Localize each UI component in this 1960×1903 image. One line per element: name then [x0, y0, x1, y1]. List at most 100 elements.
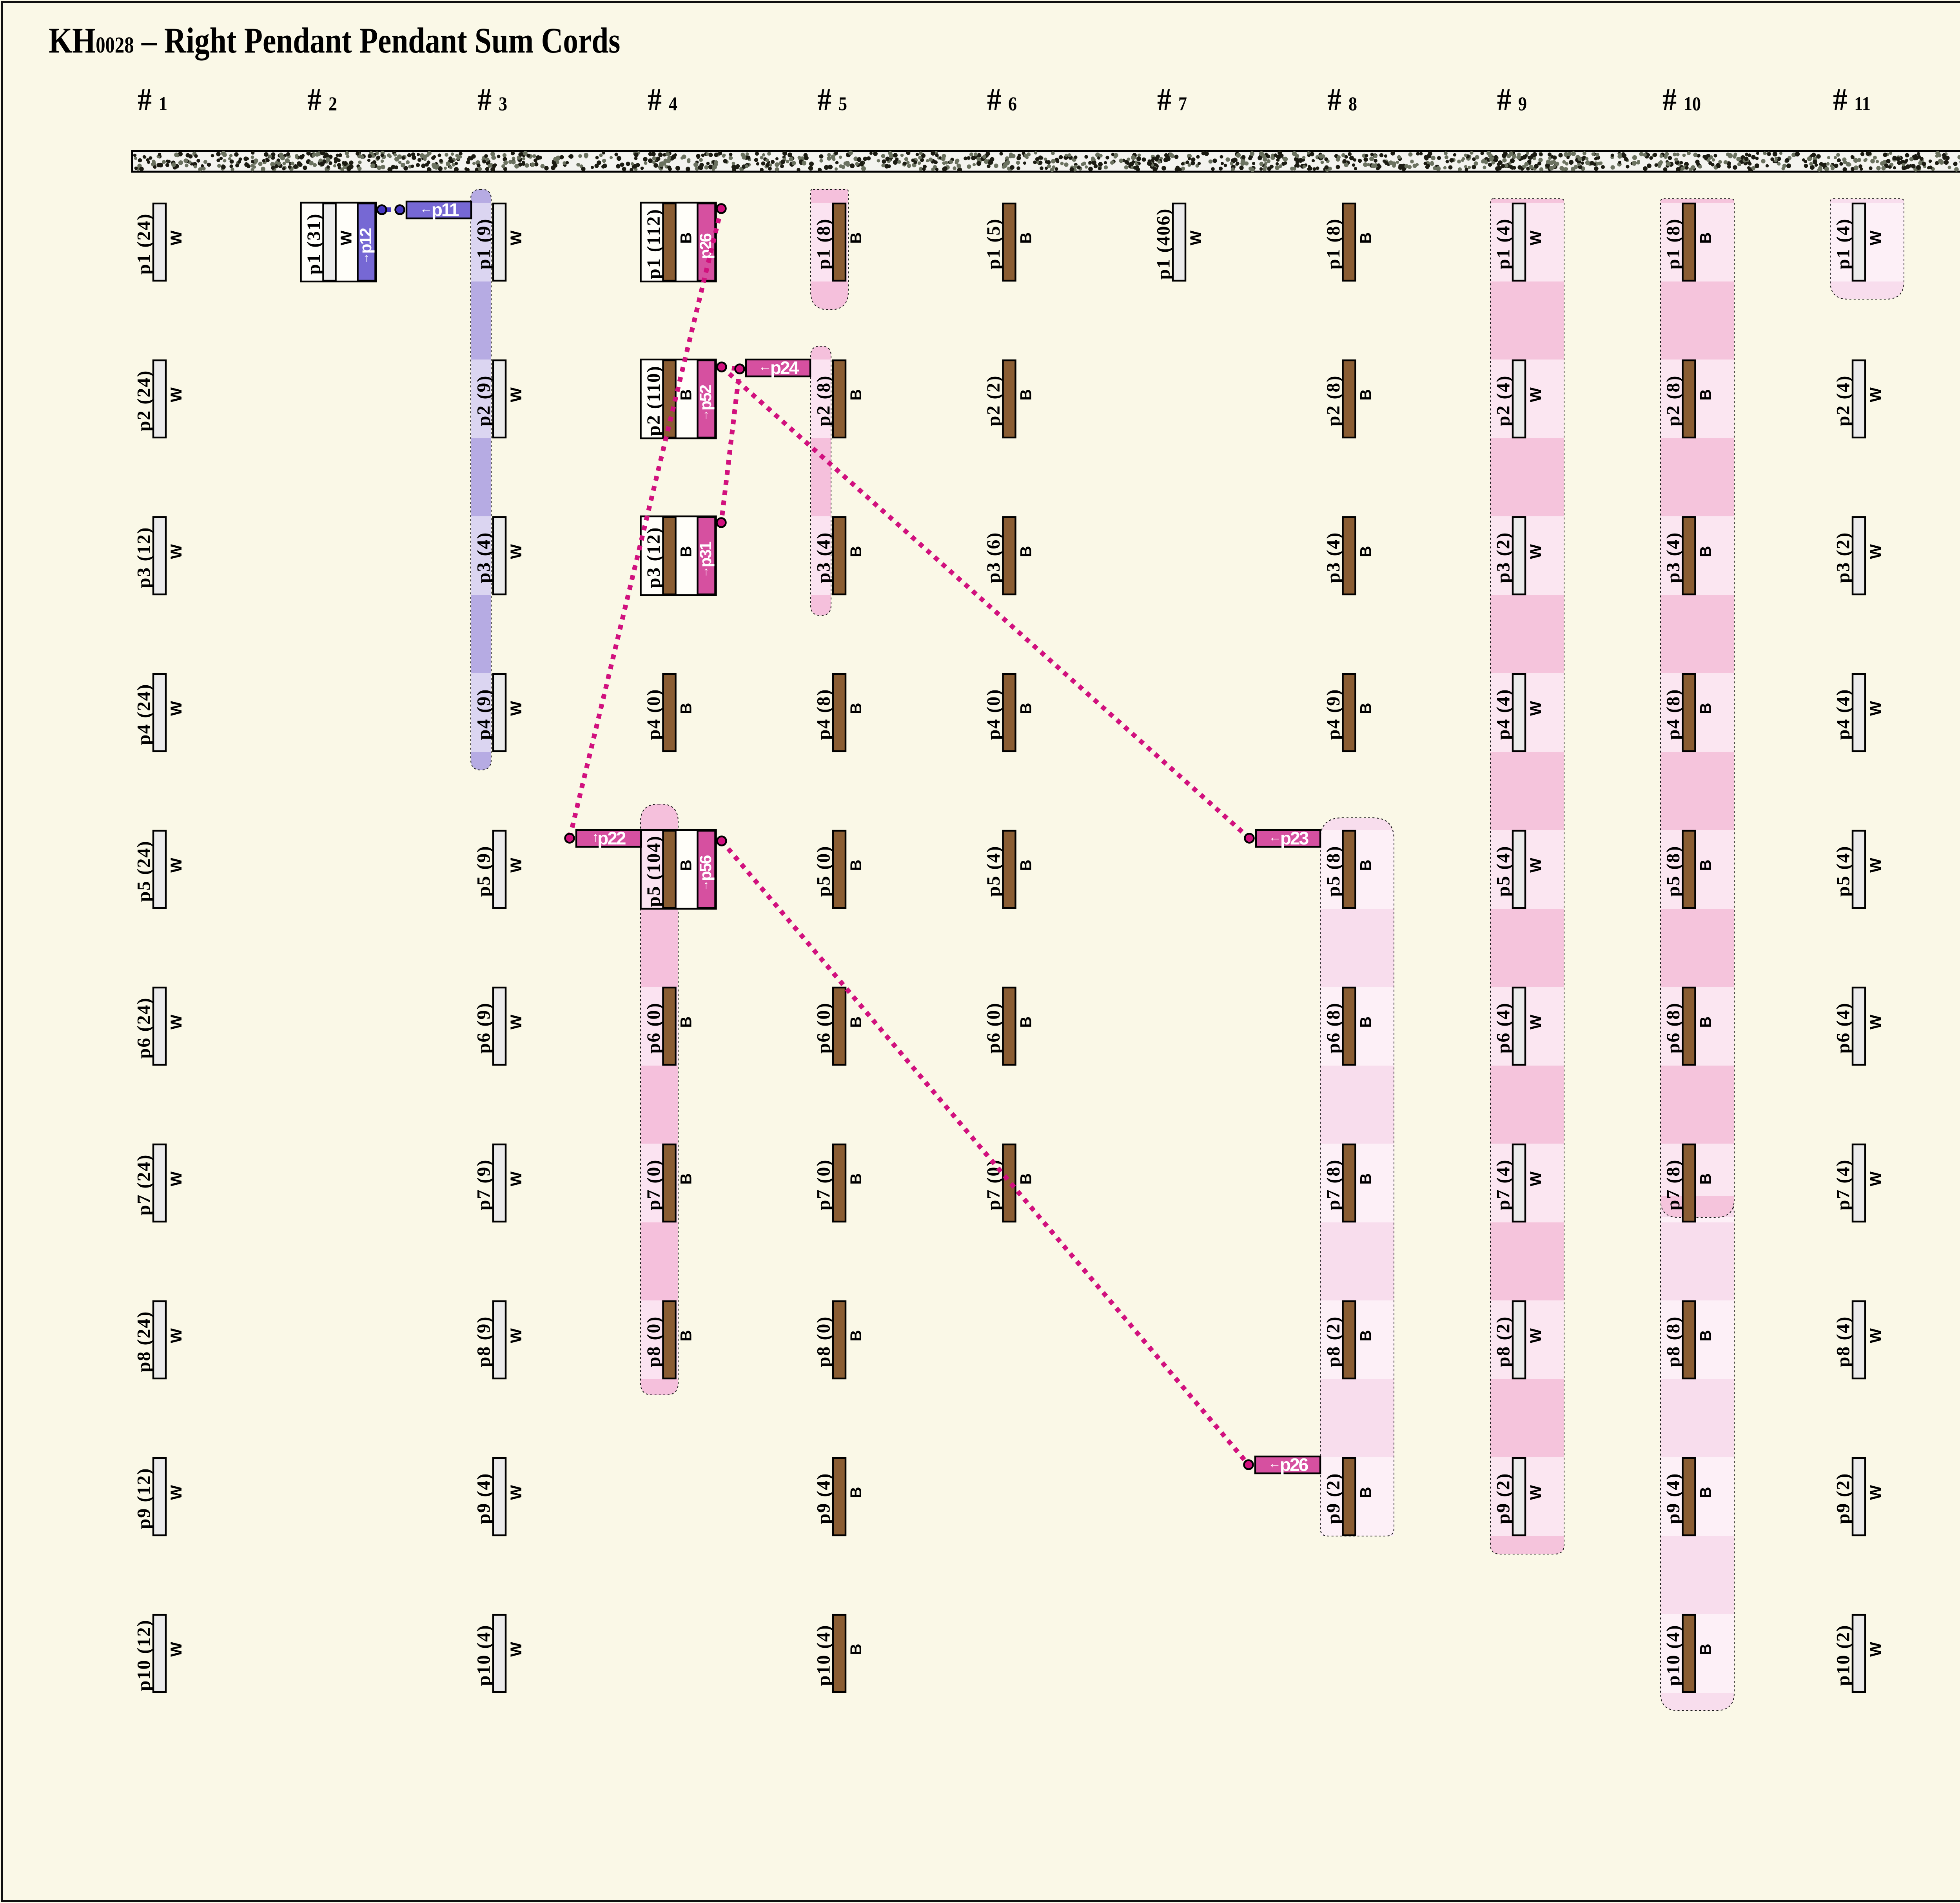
svg-text:p4 (8): p4 (8) — [1663, 689, 1684, 740]
svg-text:B: B — [678, 389, 695, 401]
svg-text:p8 (9): p8 (9) — [474, 1316, 494, 1367]
svg-text:p2 (8): p2 (8) — [1323, 375, 1344, 427]
svg-text:p3 (2): p3 (2) — [1493, 532, 1514, 583]
svg-text:p9 (2): p9 (2) — [1833, 1473, 1854, 1524]
svg-text:p7 (4): p7 (4) — [1833, 1159, 1854, 1211]
svg-text:B: B — [1357, 703, 1375, 714]
svg-text:B: B — [1018, 1017, 1035, 1028]
svg-text:W: W — [1527, 1015, 1544, 1030]
svg-text:p10 (2): p10 (2) — [1833, 1625, 1854, 1686]
svg-text:p9 (2): p9 (2) — [1323, 1473, 1344, 1524]
svg-text:B: B — [678, 703, 695, 714]
svg-text:p1 (8): p1 (8) — [1323, 218, 1344, 270]
svg-text:B: B — [848, 1173, 865, 1185]
svg-text:W: W — [168, 1171, 185, 1186]
svg-text:W: W — [168, 1015, 185, 1030]
svg-text:B: B — [1697, 232, 1715, 244]
svg-text:W: W — [1527, 387, 1544, 402]
svg-text:W: W — [508, 1485, 525, 1500]
svg-text:p1 (8): p1 (8) — [1663, 218, 1684, 270]
svg-text:p1 (24): p1 (24) — [134, 213, 154, 275]
svg-text:p1 (31): p1 (31) — [303, 213, 324, 275]
svg-text:p7 (0): p7 (0) — [813, 1159, 834, 1211]
svg-text:B: B — [848, 703, 865, 714]
svg-text:p1 (112): p1 (112) — [643, 209, 664, 279]
svg-text:W: W — [1527, 1328, 1544, 1343]
svg-text:W: W — [1867, 1171, 1884, 1186]
svg-text:p4 (0): p4 (0) — [983, 689, 1004, 740]
svg-text:W: W — [1867, 1485, 1884, 1500]
svg-text:p7 (8): p7 (8) — [1323, 1159, 1344, 1211]
svg-text:W: W — [168, 1642, 185, 1657]
svg-text:p1 (4): p1 (4) — [1833, 218, 1854, 270]
svg-text:p7 (0): p7 (0) — [643, 1159, 664, 1211]
svg-text:W: W — [1867, 858, 1884, 873]
svg-text:p8 (0): p8 (0) — [643, 1316, 664, 1367]
svg-text:p4 (4): p4 (4) — [1833, 689, 1854, 740]
svg-text:p3 (4): p3 (4) — [1663, 532, 1684, 583]
svg-text:p6 (4): p6 (4) — [1833, 1002, 1854, 1054]
svg-text:p6 (0): p6 (0) — [643, 1002, 664, 1054]
svg-text:B: B — [1018, 546, 1035, 557]
svg-text:p2 (4): p2 (4) — [1833, 375, 1854, 427]
svg-text:p9 (4): p9 (4) — [813, 1473, 834, 1524]
svg-text:p7 (9): p7 (9) — [474, 1159, 494, 1211]
svg-text:p6 (8): p6 (8) — [1323, 1002, 1344, 1054]
svg-text:p2 (8): p2 (8) — [813, 375, 834, 427]
svg-text:B: B — [678, 232, 695, 244]
svg-text:W: W — [508, 1328, 525, 1343]
svg-text:B: B — [1018, 1173, 1035, 1185]
svg-text:p8 (0): p8 (0) — [813, 1316, 834, 1367]
svg-text:KH0028 – Right Pendant Pendant: KH0028 – Right Pendant Pendant Sum Cords — [49, 21, 620, 61]
svg-text:p6 (9): p6 (9) — [474, 1002, 494, 1054]
svg-text:p6 (24): p6 (24) — [134, 997, 154, 1059]
svg-text:W: W — [168, 231, 185, 245]
svg-text:p2 (110): p2 (110) — [643, 365, 664, 436]
svg-text:B: B — [1357, 1330, 1375, 1342]
svg-text:p5 (4): p5 (4) — [983, 846, 1004, 897]
svg-text:p6 (0): p6 (0) — [813, 1002, 834, 1054]
svg-text:p6 (8): p6 (8) — [1663, 1002, 1684, 1054]
svg-text:B: B — [1357, 232, 1375, 244]
svg-text:p1 (8): p1 (8) — [813, 218, 834, 270]
svg-text:B: B — [848, 1644, 865, 1655]
svg-text:p2 (24): p2 (24) — [134, 370, 154, 432]
svg-text:W: W — [168, 1328, 185, 1343]
svg-text:W: W — [1527, 858, 1544, 873]
svg-text:p5 (24): p5 (24) — [134, 841, 154, 902]
svg-text:W: W — [508, 387, 525, 402]
svg-text:B: B — [678, 1330, 695, 1342]
svg-text:W: W — [168, 544, 185, 559]
svg-text:p5 (8): p5 (8) — [1323, 846, 1344, 897]
svg-text:↑p22: ↑p22 — [592, 828, 626, 848]
svg-text:B: B — [1697, 1487, 1715, 1498]
svg-text:B: B — [1018, 232, 1035, 244]
svg-text:W: W — [1527, 231, 1544, 245]
svg-text:p5 (8): p5 (8) — [1663, 846, 1684, 897]
svg-text:p10 (4): p10 (4) — [1663, 1625, 1684, 1686]
svg-text:p9 (4): p9 (4) — [474, 1473, 494, 1524]
svg-text:W: W — [508, 231, 525, 245]
svg-text:B: B — [678, 546, 695, 557]
svg-text:p5 (104): p5 (104) — [643, 835, 664, 907]
svg-text:B: B — [1697, 1644, 1715, 1655]
svg-text:p8 (24): p8 (24) — [134, 1311, 154, 1373]
svg-text:B: B — [1357, 1487, 1375, 1498]
svg-text:p1 (4): p1 (4) — [1493, 218, 1514, 270]
svg-text:p8 (4): p8 (4) — [1833, 1316, 1854, 1367]
svg-text:B: B — [1357, 546, 1375, 557]
svg-text:B: B — [1018, 703, 1035, 714]
svg-text:W: W — [508, 1015, 525, 1030]
svg-text:W: W — [508, 858, 525, 873]
svg-text:W: W — [168, 387, 185, 402]
svg-text:p2 (2): p2 (2) — [983, 375, 1004, 427]
svg-text:B: B — [848, 546, 865, 557]
svg-text:W: W — [1867, 544, 1884, 559]
svg-text:p4 (4): p4 (4) — [1493, 689, 1514, 740]
svg-text:p3 (4): p3 (4) — [474, 532, 494, 583]
svg-text:p1 (406): p1 (406) — [1153, 208, 1174, 280]
svg-text:B: B — [678, 1173, 695, 1185]
svg-text:W: W — [1867, 1328, 1884, 1343]
svg-text:p3 (4): p3 (4) — [813, 532, 834, 583]
svg-text:p10 (12): p10 (12) — [134, 1620, 154, 1691]
